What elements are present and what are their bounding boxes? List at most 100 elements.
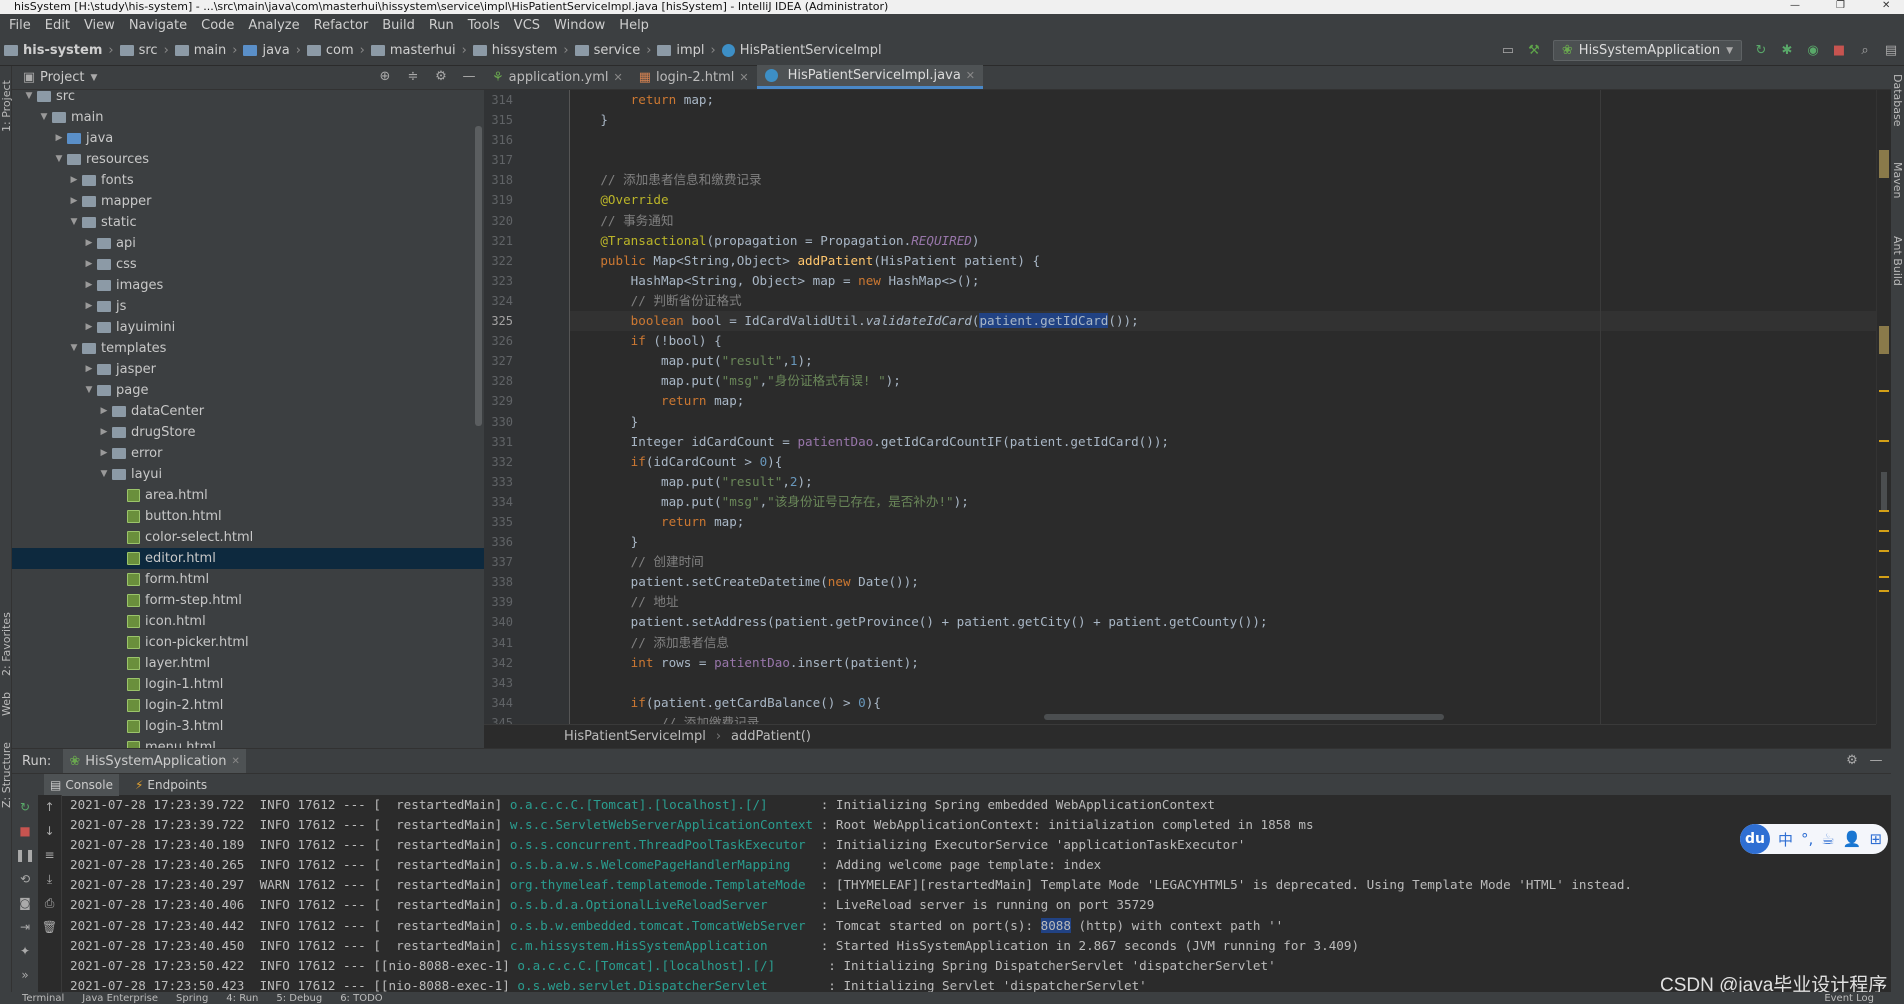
breadcrumb-class[interactable]: HisPatientServiceImpl	[564, 729, 706, 744]
close-icon[interactable]: ✕	[966, 69, 975, 82]
chevron-right-icon[interactable]: ▶	[51, 128, 67, 149]
code-view[interactable]: return map; } // 添加患者信息和缴费记录 @Override /…	[570, 90, 1876, 724]
chevron-right-icon[interactable]: ▶	[81, 296, 97, 317]
chevron-down-icon[interactable]: ▼	[81, 380, 97, 401]
tree-node[interactable]: ▶ js	[12, 296, 484, 317]
build-hammer-icon[interactable]: ⚒	[1527, 43, 1541, 58]
vcs-icon[interactable]: ▤	[1884, 43, 1898, 58]
ime-punctuation[interactable]: °,	[1801, 830, 1813, 848]
tool-tab-web[interactable]: Web	[0, 686, 13, 716]
bottom-tab[interactable]: 5: Debug	[276, 993, 322, 1004]
tab-console[interactable]: ▤ Console	[44, 773, 119, 796]
breadcrumb-item[interactable]: impl ›	[657, 43, 716, 58]
collapse-all-icon[interactable]: ≑	[406, 70, 420, 84]
run-app-tab[interactable]: ❀ HisSystemApplication ✕	[63, 749, 246, 773]
chevron-right-icon[interactable]: ▶	[96, 443, 112, 464]
menu-view[interactable]: View	[77, 18, 122, 33]
chevron-down-icon[interactable]: ▼	[66, 212, 82, 233]
tree-node[interactable]: ▶ css	[12, 254, 484, 275]
tree-node[interactable]: ▼ src	[12, 86, 484, 107]
bottom-tab[interactable]: Spring	[176, 993, 208, 1004]
project-panel-title[interactable]: Project	[40, 70, 84, 85]
project-structure-icon[interactable]: ▭	[1501, 43, 1515, 58]
tree-node[interactable]: ▼ templates	[12, 338, 484, 359]
chevron-right-icon[interactable]: ▶	[96, 422, 112, 443]
debug-icon[interactable]: ✱	[1780, 43, 1794, 58]
tool-tab-structure[interactable]: Z: Structure	[0, 738, 13, 808]
menu-build[interactable]: Build	[375, 18, 422, 33]
gear-icon[interactable]: ⚙	[434, 70, 448, 84]
camera-icon[interactable]: ◙	[12, 891, 38, 915]
breadcrumb-item[interactable]: com ›	[306, 43, 365, 58]
chevron-right-icon[interactable]: ▶	[96, 401, 112, 422]
tree-node[interactable]: ▶ images	[12, 275, 484, 296]
stop-icon[interactable]: ■	[1832, 43, 1846, 58]
gear-icon[interactable]: ⚙	[1845, 754, 1859, 768]
tree-node[interactable]: editor.html	[12, 548, 484, 569]
tree-node[interactable]: ▶ jasper	[12, 359, 484, 380]
tree-node[interactable]: ▼ static	[12, 212, 484, 233]
tree-node[interactable]: icon.html	[12, 611, 484, 632]
bottom-tab[interactable]: Terminal	[22, 993, 64, 1004]
breadcrumb-item[interactable]: main ›	[174, 43, 237, 58]
tool-tab-favorites[interactable]: 2: Favorites	[0, 606, 13, 676]
tree-node[interactable]: ▼ main	[12, 107, 484, 128]
hide-icon[interactable]: —	[462, 70, 476, 84]
tree-node[interactable]: ▶ dataCenter	[12, 401, 484, 422]
menu-run[interactable]: Run	[422, 18, 461, 33]
chevron-right-icon[interactable]: ▶	[81, 359, 97, 380]
ime-user-icon[interactable]: 👤	[1843, 830, 1862, 848]
restore-layout-icon[interactable]: ⟲	[12, 867, 38, 891]
bottom-tab[interactable]: 6: TODO	[340, 993, 382, 1004]
chevron-down-icon[interactable]: ▼	[96, 464, 112, 485]
close-icon[interactable]: ✕	[613, 71, 622, 84]
tool-tab-ant-build[interactable]: Ant Build	[1891, 236, 1904, 296]
chevron-down-icon[interactable]: ▼	[90, 73, 97, 83]
tree-node[interactable]: ▶ java	[12, 128, 484, 149]
bottom-tab[interactable]: Java Enterprise	[82, 993, 158, 1004]
menu-tools[interactable]: Tools	[461, 18, 507, 33]
ime-logo[interactable]: du	[1740, 824, 1770, 854]
error-stripe[interactable]	[1876, 90, 1891, 724]
down-icon[interactable]: ↓	[38, 819, 61, 843]
console-output[interactable]: 2021-07-28 17:23:39.722 INFO 17612 --- […	[70, 795, 1880, 993]
tool-tab-maven[interactable]: Maven	[1891, 162, 1904, 212]
stop-icon[interactable]: ■	[12, 819, 38, 843]
tree-node[interactable]: layer.html	[12, 653, 484, 674]
bottom-tab[interactable]: 4: Run	[226, 993, 258, 1004]
tab-endpoints[interactable]: ⚡ Endpoints	[129, 774, 213, 796]
menu-window[interactable]: Window	[547, 18, 612, 33]
up-icon[interactable]: ↑	[38, 795, 61, 819]
chevron-right-icon[interactable]: ▶	[81, 254, 97, 275]
menu-file[interactable]: File	[2, 18, 38, 33]
chevron-right-icon[interactable]: ▶	[81, 275, 97, 296]
tree-node[interactable]: button.html	[12, 506, 484, 527]
ime-skin-icon[interactable]: ☕	[1821, 830, 1834, 848]
chevron-down-icon[interactable]: ▼	[66, 338, 82, 359]
tree-node[interactable]: ▶ mapper	[12, 191, 484, 212]
trash-icon[interactable]: 🗑	[38, 915, 61, 939]
tree-node[interactable]: ▼ page	[12, 380, 484, 401]
tree-node[interactable]: ▶ error	[12, 443, 484, 464]
coverage-icon[interactable]: ◉	[1806, 43, 1820, 58]
more-icon[interactable]: »	[12, 963, 38, 987]
tree-node[interactable]: ▶ api	[12, 233, 484, 254]
menu-vcs[interactable]: VCS	[507, 18, 547, 33]
tree-node[interactable]: ▶ drugStore	[12, 422, 484, 443]
tree-node[interactable]: form-step.html	[12, 590, 484, 611]
ime-mode[interactable]: 中	[1778, 829, 1793, 850]
run-config-selector[interactable]: ❀ HisSystemApplication ▼	[1552, 40, 1742, 61]
rerun-icon[interactable]: ↻	[1754, 43, 1768, 58]
close-icon[interactable]: ✕	[1882, 0, 1890, 11]
search-icon[interactable]: ⌕	[1858, 43, 1872, 58]
breadcrumb-item[interactable]: HisPatientServiceImpl	[721, 43, 882, 58]
ime-menu-icon[interactable]: ⊞	[1869, 830, 1882, 848]
menu-navigate[interactable]: Navigate	[122, 18, 194, 33]
tool-tab-database[interactable]: Database	[1891, 74, 1904, 134]
breadcrumb-item[interactable]: service ›	[574, 43, 651, 58]
menu-code[interactable]: Code	[194, 18, 241, 33]
chevron-right-icon[interactable]: ▶	[81, 317, 97, 338]
tree-node[interactable]: ▶ layuimini	[12, 317, 484, 338]
locate-icon[interactable]: ⊕	[378, 70, 392, 84]
hide-icon[interactable]: —	[1869, 754, 1883, 768]
